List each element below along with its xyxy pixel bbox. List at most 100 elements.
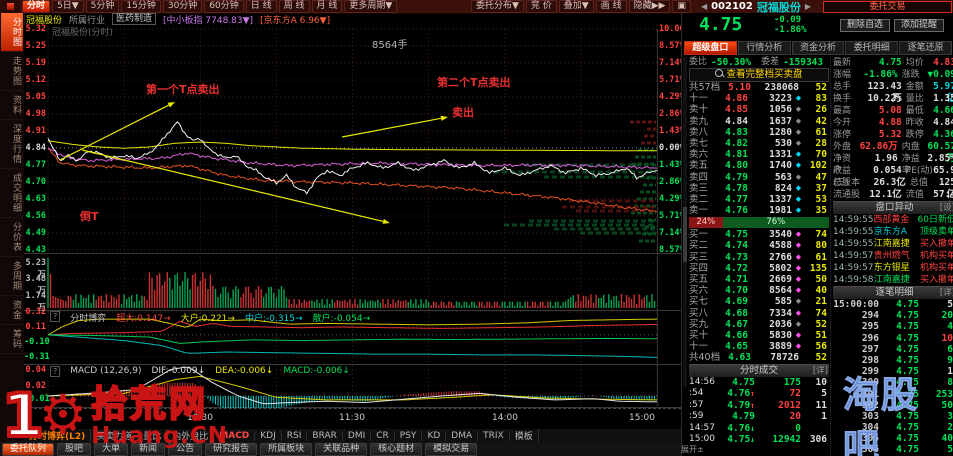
app-menu-icon[interactable] [0,0,20,13]
buy-order-row[interactable]: 买八 4.68 7334 ◆ 74 [689,308,829,319]
market-alert-row[interactable]: 14:59:55 江南嘉捷 买入撤单 [833,238,953,250]
buy-order-row[interactable]: 买十 4.66 5830 ◆ 51 [689,330,829,341]
prev-stock-icon[interactable]: ◀ [701,2,707,11]
bottom-menu-5[interactable]: 研究报告 [205,442,258,456]
bottom-menu-8[interactable]: 核心题材 [370,442,423,456]
indicator-tab-0[interactable]: 分时博弈(L2) [24,429,92,442]
sidebar-item-5[interactable]: 分价表 [1,218,23,257]
view-full-orderbook-link[interactable]: 查看完整档买卖盘 [689,68,829,82]
period-tab-2[interactable]: 5分钟 [85,0,120,13]
sell-order-row[interactable]: 卖二 4.77 1337 ◆ 53 [689,194,829,205]
minute-trade-row[interactable]: 15:00 4.75↓ 12942 306 [689,434,829,446]
sidebar-item-6[interactable]: 多周期 [1,257,23,296]
sell-order-row[interactable]: 卖八 4.83 1280 ◆ 61 [689,127,829,138]
indicator-tab-5[interactable]: KDJ [255,430,282,441]
sell-order-row[interactable]: 卖九 4.84 1637 ◆ 42 [689,116,829,127]
indicator-tab-4[interactable]: MACD [214,430,256,441]
buy-order-row[interactable]: 买四 4.72 5802 ◆ 135 [689,263,829,274]
settings-link[interactable]: [设] [940,202,953,214]
indicator-tab-3[interactable]: 内外盘比 [167,429,215,442]
period-tab-1[interactable]: 5日▼ [52,0,84,13]
period-tab-0[interactable]: 分时 [22,0,51,13]
minute-trade-row[interactable]: :54 4.76↑ 72 5 [689,388,829,400]
buy-order-row[interactable]: 买七 4.69 585 ◆ 21 [689,296,829,307]
sell-order-row[interactable]: 卖七 4.82 530 ◆ 28 [689,138,829,149]
detail-link[interactable]: [详] [813,365,828,377]
minute-trade-row[interactable]: :59 4.79 20 1 [689,411,829,423]
bottom-menu-6[interactable]: 所属板块 [260,442,313,456]
buy-order-row[interactable]: 买一 4.75 3540 ◆ 74 [689,229,829,240]
topbar-tool-5[interactable]: ▣ [672,0,691,13]
orderbook-scrollbar[interactable] [683,57,687,387]
buy-order-row[interactable]: 买六 4.70 8564 ◆ 40 [689,285,829,296]
remove-favorite-button[interactable]: 删除自选 [840,19,891,32]
buy-order-row[interactable]: 买二 4.74 4588 ◆ 80 [689,240,829,251]
bottom-menu-4[interactable]: 公告 [168,442,203,456]
market-alerts-header[interactable]: 盘口异动 [设] [833,201,953,214]
period-tab-3[interactable]: 15分钟 [121,0,161,13]
topbar-tool-4[interactable]: 隐藏▶▶ [628,0,671,13]
quote-tab-1[interactable]: 行情分析 [737,41,791,55]
sell-order-row[interactable]: 卖四 4.79 563 ◆ 47 [689,172,829,183]
period-tab-5[interactable]: 60分钟 [204,0,244,13]
index-mid-link[interactable]: [中小板指 7748.83▼] [163,13,253,26]
topbar-tool-3[interactable]: 画 线 [595,0,627,13]
sidebar-item-0[interactable]: 分时图 [1,13,23,52]
intraday-chart[interactable]: 冠福股份(分时) 5.32 5.25 5.19 5.12 5.05 4.98 4.91 4.8… [24,24,690,408]
minute-trade-row[interactable]: :57 4.79↑ 2012 11 [689,400,829,412]
period-tab-7[interactable]: 周 线 [278,0,310,13]
indicator-tab-14[interactable]: 模板 [510,429,539,442]
indicator-tab-10[interactable]: PSY [395,430,423,441]
indicator-tab-1[interactable]: 买卖力道 [91,429,139,442]
add-alert-button[interactable]: 添加提醒 [894,19,945,32]
next-stock-icon[interactable]: ▶ [805,2,811,11]
sell-order-row[interactable]: 卖一 4.76 1981 ◆ 35 [689,205,829,216]
sidebar-item-2[interactable]: 资料 [1,91,23,120]
market-alert-row[interactable]: 14:59:57 东方银星 机构买单 [833,262,953,274]
sidebar-item-4[interactable]: 成交明细 [1,169,23,218]
sell-order-row[interactable]: 卖十 4.85 1056 ◆ 26 [689,104,829,115]
buy-order-row[interactable]: 十一 4.65 3889 ◆ 56 [689,341,829,352]
sidebar-item-8[interactable]: 筹码 [1,325,23,354]
bottom-menu-1[interactable]: 股吧 [57,442,92,456]
indicator-tab-11[interactable]: KD [422,430,447,441]
trade-button[interactable]: 委托交易 [823,1,952,13]
help-icon[interactable]: ? [50,366,61,377]
expand-button[interactable]: 展开± [681,444,704,455]
market-alert-row[interactable]: 14:59:57 贵州燃气 机构买单 [833,250,953,262]
quote-tab-2[interactable]: 资金分析 [791,41,845,55]
industry-chip[interactable]: 医药制造 [112,13,157,25]
minute-trades-header[interactable]: 分时成交 [详] [689,363,829,377]
sidebar-item-7[interactable]: 资金 [1,296,23,325]
indicator-tab-12[interactable]: DMA [446,430,479,441]
indicator-tab-2[interactable]: 量比 [138,429,168,442]
indicator-tab-7[interactable]: BRAR [307,430,343,441]
sell-order-row[interactable]: 卖五 4.80 1740 ◆ 102 [689,160,829,171]
sidebar-item-1[interactable]: 走势图 [1,52,23,91]
buy-order-row[interactable]: 买三 4.73 2766 ◆ 61 [689,252,829,263]
quote-tab-3[interactable]: 委托明细 [845,41,899,55]
topbar-tool-0[interactable]: 委托分布▼ [470,0,524,13]
indicator-tab-6[interactable]: RSI [282,430,308,441]
sidebar-item-3[interactable]: 深度行情 [1,120,23,169]
help-icon[interactable]: ? [50,311,61,322]
buy-order-row[interactable]: 买五 4.71 2669 ◆ 50 [689,274,829,285]
sell-order-row[interactable]: 卖六 4.81 1331 ◆ 70 [689,149,829,160]
bottom-menu-2[interactable]: 大单 [94,442,129,456]
indicator-tab-9[interactable]: CR [371,430,395,441]
minute-trade-row[interactable]: 14:56 4.75 175 10 [689,377,829,389]
period-tab-8[interactable]: 月 线 [311,0,343,13]
period-tab-9[interactable]: 更多周期▼ [344,0,398,13]
bottom-menu-0[interactable]: 委托队列 [2,442,55,456]
period-tab-4[interactable]: 30分钟 [162,0,203,13]
topbar-tool-2[interactable]: 叠加▼ [558,0,594,13]
detail-link[interactable]: [详] [940,287,953,299]
market-alert-row[interactable]: 14:59:58 江南嘉捷 买入撤单 [833,274,953,286]
market-alert-row[interactable]: 14:59:55 京东方A 顶级卖单 [833,226,953,238]
indicator-tab-8[interactable]: DMI [343,430,372,441]
tick-detail-header[interactable]: 逐笔明细 [详] [833,286,953,299]
index-ref-link[interactable]: [京东方A 6.96▼] [260,13,330,26]
scrollbar-thumb[interactable] [683,207,687,262]
bottom-menu-9[interactable]: 模拟交易 [425,442,478,456]
quote-tab-4[interactable]: 逐笔还原 [899,41,952,55]
